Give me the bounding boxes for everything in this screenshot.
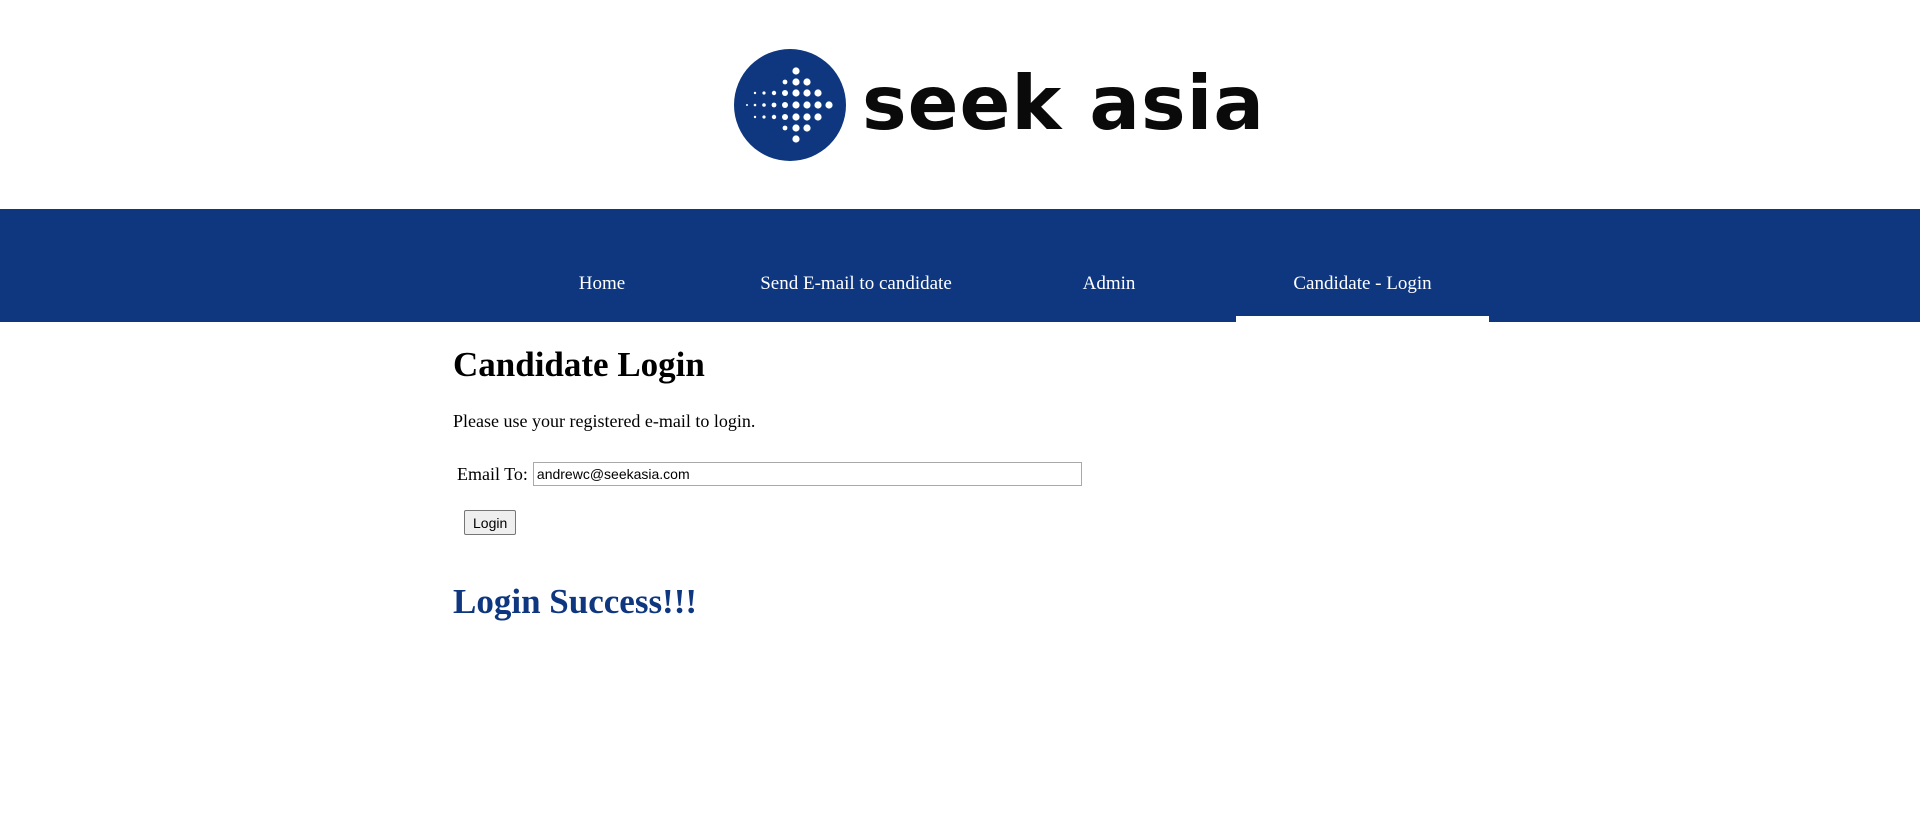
login-instructions: Please use your registered e-mail to log… — [453, 411, 756, 431]
logo[interactable]: seek asia — [734, 49, 1265, 161]
nav-item-home[interactable]: Home — [552, 209, 652, 322]
email-row: Email To: — [457, 462, 1082, 486]
email-label: Email To: — [457, 463, 528, 484]
site-header: seek asia — [0, 0, 1920, 209]
page-title: Candidate Login — [453, 345, 705, 384]
logo-wordmark: seek asia — [862, 58, 1265, 147]
nav-item-send-email[interactable]: Send E-mail to candidate — [716, 209, 996, 322]
nav-item-admin[interactable]: Admin — [1059, 209, 1159, 322]
main-nav: Home Send E-mail to candidate Admin Cand… — [0, 209, 1920, 322]
login-button[interactable]: Login — [464, 510, 517, 535]
email-input[interactable] — [532, 462, 1082, 486]
nav-item-candidate-login[interactable]: Candidate - Login — [1236, 209, 1489, 322]
login-success-message: Login Success!!! — [453, 582, 698, 621]
seek-asia-logo-icon — [734, 49, 846, 161]
